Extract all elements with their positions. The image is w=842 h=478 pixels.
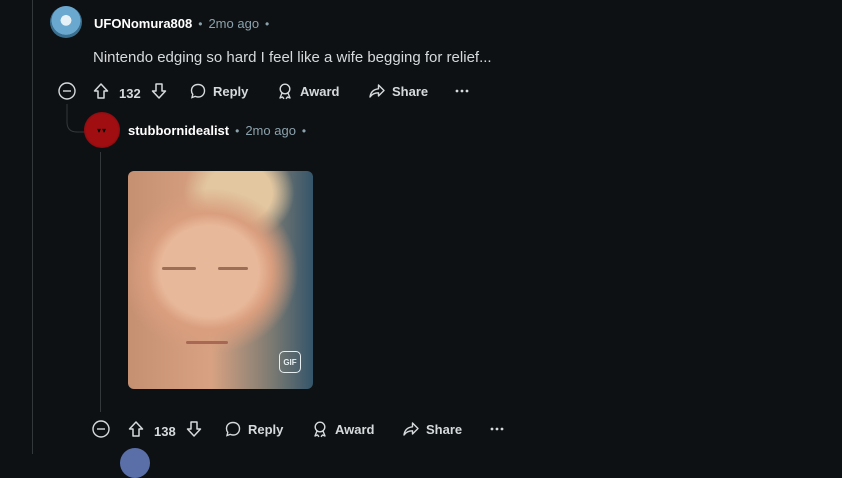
avatar[interactable] bbox=[50, 6, 82, 38]
separator-dot: • bbox=[265, 16, 270, 31]
award-label: Award bbox=[300, 83, 340, 99]
avatar[interactable] bbox=[120, 448, 150, 478]
separator-dot: • bbox=[235, 123, 240, 138]
face-eye-right bbox=[218, 267, 248, 270]
separator-dot: • bbox=[198, 16, 203, 31]
ellipsis-icon bbox=[455, 89, 469, 93]
upvote-button[interactable] bbox=[92, 82, 110, 105]
award-button[interactable]: Award bbox=[276, 82, 340, 100]
share-icon bbox=[369, 84, 385, 98]
reply-label: Reply bbox=[213, 83, 249, 99]
timestamp[interactable]: 2mo ago bbox=[245, 123, 296, 138]
username[interactable]: UFONomura808 bbox=[94, 16, 192, 31]
comment-header: UFONomura808 • 2mo ago • bbox=[94, 16, 269, 31]
face-eye-left bbox=[162, 267, 196, 270]
downvote-button[interactable] bbox=[150, 82, 168, 105]
vote-controls: 138 bbox=[127, 420, 203, 443]
thread-line-outer bbox=[32, 0, 33, 454]
comment-text: Nintendo edging so hard I feel like a wi… bbox=[93, 49, 492, 66]
avatar-eyes-icon: ▾▾ bbox=[96, 125, 108, 135]
vote-count: 138 bbox=[154, 424, 176, 439]
minus-circle-icon bbox=[92, 420, 110, 438]
vote-count: 132 bbox=[119, 86, 141, 101]
ellipsis-icon bbox=[490, 427, 504, 431]
award-label: Award bbox=[335, 421, 375, 437]
face-mouth bbox=[186, 341, 228, 344]
share-label: Share bbox=[392, 83, 429, 99]
share-label: Share bbox=[426, 421, 463, 437]
more-options-button[interactable] bbox=[490, 420, 504, 443]
arrow-up-icon bbox=[128, 421, 144, 437]
timestamp[interactable]: 2mo ago bbox=[208, 16, 259, 31]
comment-header: stubbornidealist • 2mo ago • bbox=[128, 123, 306, 138]
speech-bubble-icon bbox=[225, 421, 241, 437]
share-icon bbox=[403, 422, 419, 436]
avatar[interactable]: ▾▾ bbox=[84, 112, 120, 148]
reply-button[interactable]: Reply bbox=[224, 420, 283, 438]
award-icon bbox=[279, 83, 291, 100]
arrow-up-icon bbox=[93, 83, 109, 99]
reply-button[interactable]: Reply bbox=[189, 82, 248, 100]
more-options-button[interactable] bbox=[455, 82, 469, 105]
thread-line-inner bbox=[100, 152, 101, 412]
upvote-button[interactable] bbox=[127, 420, 145, 443]
collapse-button[interactable] bbox=[58, 82, 76, 100]
award-button[interactable]: Award bbox=[311, 420, 375, 438]
minus-circle-icon bbox=[58, 82, 76, 100]
vote-controls: 132 bbox=[92, 82, 168, 105]
share-button[interactable]: Share bbox=[368, 82, 428, 100]
award-icon bbox=[314, 421, 326, 438]
gif-badge: GIF bbox=[279, 351, 301, 373]
separator-dot: • bbox=[301, 123, 307, 138]
gif-image[interactable]: GIF bbox=[128, 171, 313, 389]
username[interactable]: stubbornidealist bbox=[128, 123, 229, 138]
collapse-button[interactable] bbox=[92, 420, 110, 438]
speech-bubble-icon bbox=[190, 83, 206, 99]
share-button[interactable]: Share bbox=[402, 420, 462, 438]
reply-label: Reply bbox=[248, 421, 284, 437]
arrow-down-icon bbox=[151, 83, 166, 99]
downvote-button[interactable] bbox=[185, 420, 203, 443]
arrow-down-icon bbox=[186, 421, 201, 437]
